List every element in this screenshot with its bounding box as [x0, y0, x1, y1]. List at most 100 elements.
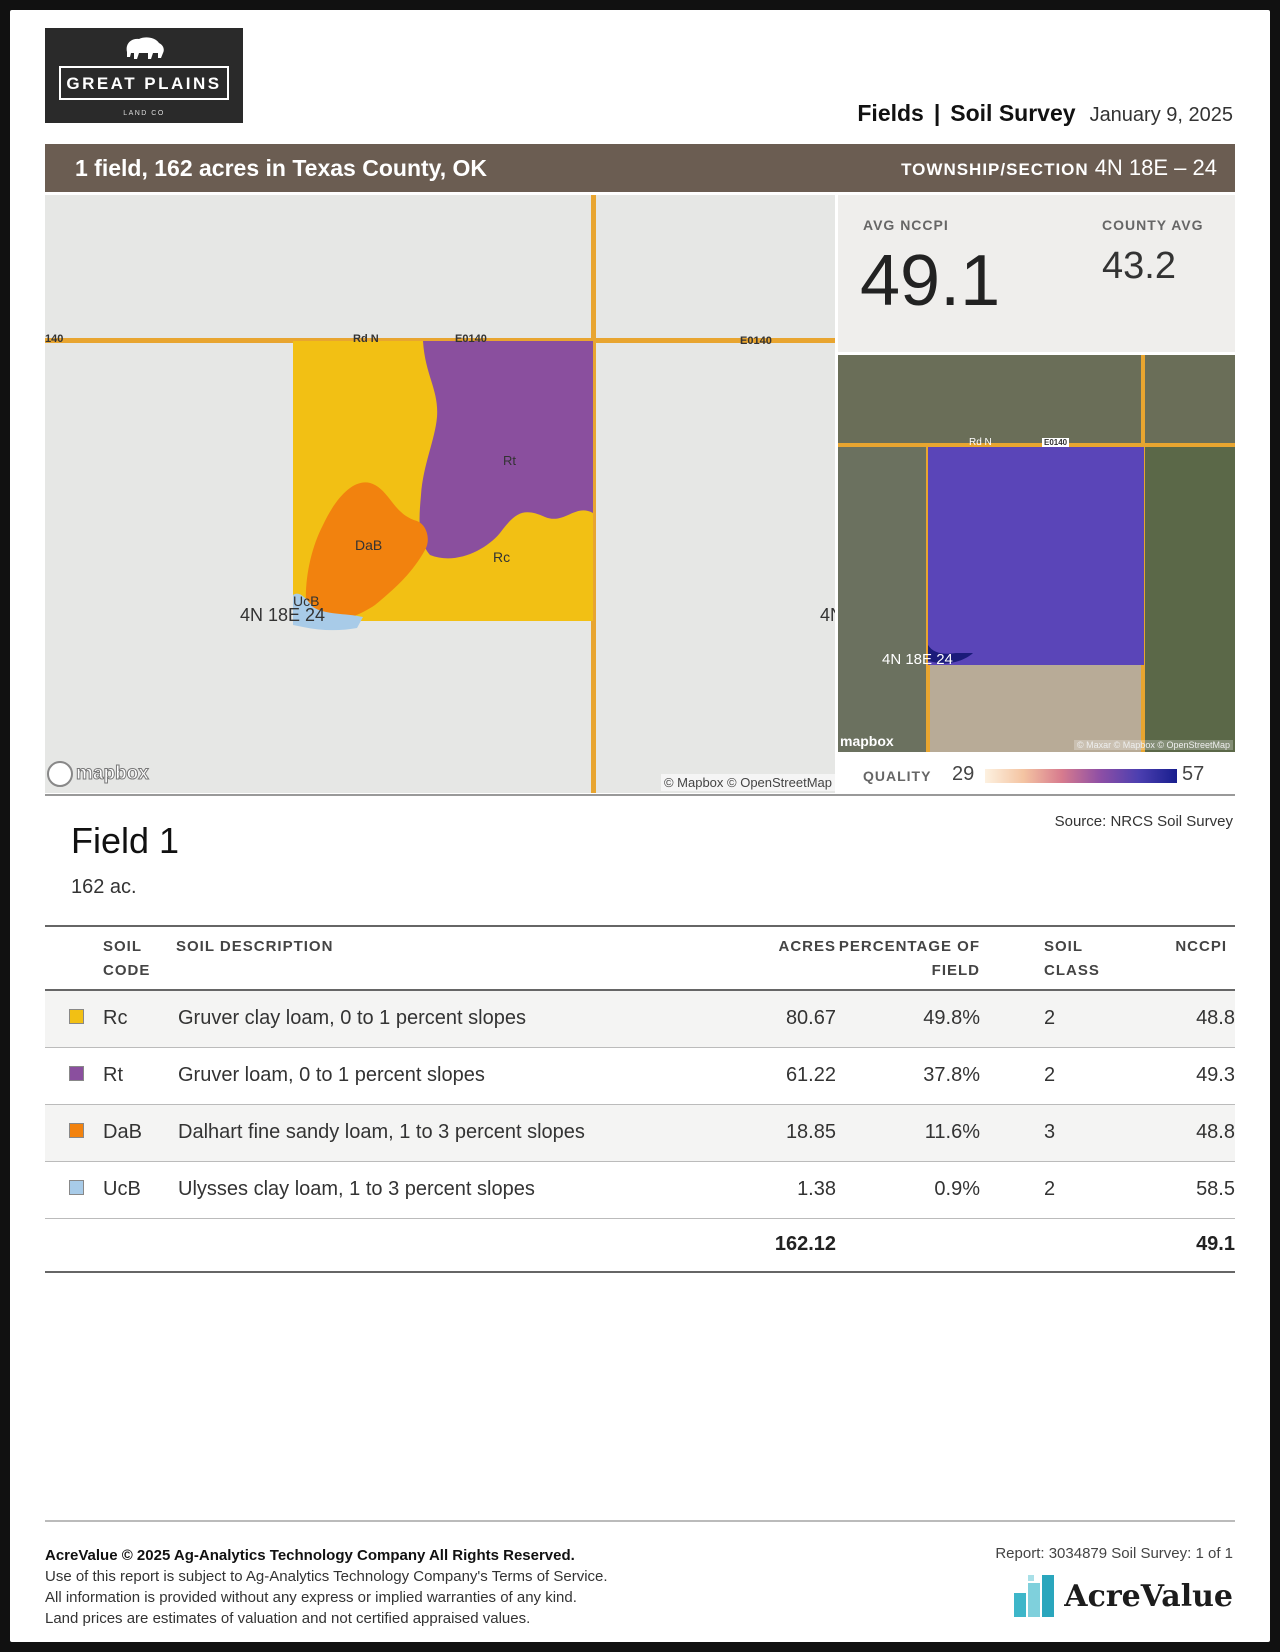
- acrevalue-brand: AcreValue: [1064, 1578, 1233, 1614]
- avg-nccpi-label: AVG NCCPI: [863, 217, 949, 233]
- soil-description: Ulysses clay loam, 1 to 3 percent slopes: [176, 1161, 756, 1219]
- divider: [45, 794, 1235, 796]
- warranty-notice: All information is provided without any …: [45, 1589, 577, 1606]
- report-date: January 9, 2025: [1089, 104, 1233, 126]
- soil-percentage: 49.8%: [836, 990, 980, 1048]
- avg-nccpi-value: 49.1: [860, 241, 1001, 321]
- mapbox-logo[interactable]: mapbox: [47, 761, 149, 787]
- logo-brand: GREAT PLAINS: [66, 74, 222, 93]
- soil-nccpi: 58.5: [1145, 1161, 1235, 1219]
- soil-color-swatch: [69, 1066, 84, 1081]
- soil-code: Rc: [103, 990, 176, 1048]
- header-soil-code: SOIL CODE: [103, 925, 176, 991]
- footer-legal: AcreValue © 2025 Ag-Analytics Technology…: [45, 1545, 608, 1629]
- county-avg-label: COUNTY AVG: [1102, 217, 1204, 233]
- soil-acres: 80.67: [756, 990, 836, 1048]
- field-summary: 1 field, 162 acres in Texas County, OK: [75, 155, 488, 181]
- road-label: Rd N: [969, 437, 992, 448]
- mapbox-logo[interactable]: mapbox: [840, 733, 894, 749]
- road-label: Rd N: [353, 333, 379, 345]
- section-label: 4N 18E 24: [882, 651, 953, 668]
- footer-divider: [45, 1520, 1235, 1522]
- field-title: Field 1: [71, 820, 180, 861]
- soil-code: UcB: [103, 1161, 176, 1219]
- map-attribution[interactable]: © Mapbox © OpenStreetMap: [660, 774, 835, 791]
- table-header-row: SOIL CODE SOIL DESCRIPTION ACRES PERCENTA…: [45, 925, 1235, 991]
- soil-label-rc: Rc: [493, 549, 511, 565]
- soil-class: 2: [980, 1161, 1145, 1219]
- county-avg-value: 43.2: [1102, 245, 1176, 287]
- table-row: Rc Gruver clay loam, 0 to 1 percent slope…: [45, 990, 1235, 1048]
- field-acres: 162 ac.: [71, 876, 137, 898]
- road-label: E0140: [1042, 438, 1070, 447]
- soil-acres: 61.22: [756, 1047, 836, 1105]
- nccpi-map-graphic: [838, 355, 1235, 752]
- table-row: UcB Ulysses clay loam, 1 to 3 percent slo…: [45, 1161, 1235, 1219]
- soil-percentage: 37.8%: [836, 1047, 980, 1105]
- soil-label-ucb: UcB: [293, 593, 320, 609]
- logo-frame: GREAT PLAINS: [59, 66, 229, 100]
- road-label: E0140: [740, 335, 772, 347]
- soil-table: SOIL CODE SOIL DESCRIPTION ACRES PERCENTA…: [45, 925, 1235, 1273]
- soil-class: 2: [980, 1047, 1145, 1105]
- great-plains-logo: GREAT PLAINS LAND CO: [45, 28, 243, 123]
- soil-color-swatch: [69, 1123, 84, 1138]
- report-page: GREAT PLAINS LAND CO Fields | Soil Surve…: [10, 10, 1270, 1642]
- section-label: 4N: [820, 605, 835, 625]
- soil-code: Rt: [103, 1047, 176, 1105]
- title-soil-survey: Soil Survey: [950, 100, 1076, 126]
- header-soil-class: SOIL CLASS: [980, 925, 1145, 991]
- field-nccpi-polygon[interactable]: [928, 447, 1144, 665]
- table-row: DaB Dalhart fine sandy loam, 1 to 3 perce…: [45, 1104, 1235, 1162]
- document-title: Fields | Soil Survey January 9, 2025: [857, 100, 1233, 127]
- header-acres: ACRES: [756, 925, 836, 991]
- soil-class: 3: [980, 1104, 1145, 1162]
- header-percentage: PERCENTAGE OF FIELD: [836, 925, 980, 991]
- logo-sub: LAND CO: [123, 110, 165, 117]
- bison-icon: [126, 37, 164, 59]
- soil-percentage: 0.9%: [836, 1161, 980, 1219]
- total-acres: 162.12: [756, 1218, 836, 1273]
- summary-band: 1 field, 162 acres in Texas County, OK T…: [45, 144, 1235, 192]
- header-nccpi: NCCPI: [1145, 925, 1235, 991]
- map-attribution[interactable]: © Maxar © Mapbox © OpenStreetMap: [1074, 740, 1233, 750]
- soil-acres: 18.85: [756, 1104, 836, 1162]
- soil-nccpi: 48.8: [1145, 1104, 1235, 1162]
- township-value: 4N 18E – 24: [1094, 155, 1217, 180]
- soil-label-dab: DaB: [355, 537, 383, 553]
- data-source: Source: NRCS Soil Survey: [1054, 813, 1233, 830]
- road-label: 140: [45, 333, 64, 345]
- township-section: TOWNSHIP/SECTION 4N 18E – 24: [901, 155, 1217, 181]
- township-label: TOWNSHIP/SECTION: [901, 160, 1089, 179]
- title-separator: |: [933, 100, 941, 126]
- quality-max: 57: [1182, 763, 1205, 785]
- nccpi-map[interactable]: Rd N E0140 4N 18E 24 mapbox © Maxar © Ma…: [838, 355, 1235, 752]
- report-id: Report: 3034879 Soil Survey: 1 of 1: [995, 1545, 1233, 1562]
- table-row: Rt Gruver loam, 0 to 1 percent slopes 61.2…: [45, 1047, 1235, 1105]
- road-label: E0140: [455, 333, 487, 345]
- quality-label: QUALITY: [863, 768, 932, 784]
- terms-notice[interactable]: Use of this report is subject to Ag-Anal…: [45, 1566, 608, 1587]
- mapbox-icon: [47, 761, 73, 787]
- soil-nccpi: 49.3: [1145, 1047, 1235, 1105]
- soil-label-rt: Rt: [503, 453, 516, 468]
- soil-code: DaB: [103, 1104, 176, 1162]
- soil-description: Gruver loam, 0 to 1 percent slopes: [176, 1047, 756, 1105]
- soil-description: Gruver clay loam, 0 to 1 percent slopes: [176, 990, 756, 1048]
- quality-legend: QUALITY 29 57: [838, 754, 1235, 794]
- quality-gradient-bar: [985, 769, 1177, 783]
- copyright: AcreValue © 2025 Ag-Analytics Technology…: [45, 1547, 575, 1564]
- soil-color-swatch: [69, 1180, 84, 1195]
- soil-percentage: 11.6%: [836, 1104, 980, 1162]
- soil-map-graphic: [45, 195, 835, 793]
- nccpi-stats: AVG NCCPI 49.1 COUNTY AVG 43.2: [838, 195, 1235, 352]
- table-total-row: 162.12 49.1: [45, 1218, 1235, 1273]
- soil-map[interactable]: 140 Rd N E0140 E0140 4N 4N 18E 24 Rt DaB…: [45, 195, 835, 793]
- soil-nccpi: 48.8: [1145, 990, 1235, 1048]
- title-fields: Fields: [857, 100, 924, 126]
- total-nccpi: 49.1: [1145, 1218, 1235, 1273]
- header-soil-description: SOIL DESCRIPTION: [176, 925, 756, 991]
- valuation-notice: Land prices are estimates of valuation a…: [45, 1610, 531, 1627]
- soil-color-swatch: [69, 1009, 84, 1025]
- acrevalue-logo: AcreValue: [1014, 1575, 1233, 1617]
